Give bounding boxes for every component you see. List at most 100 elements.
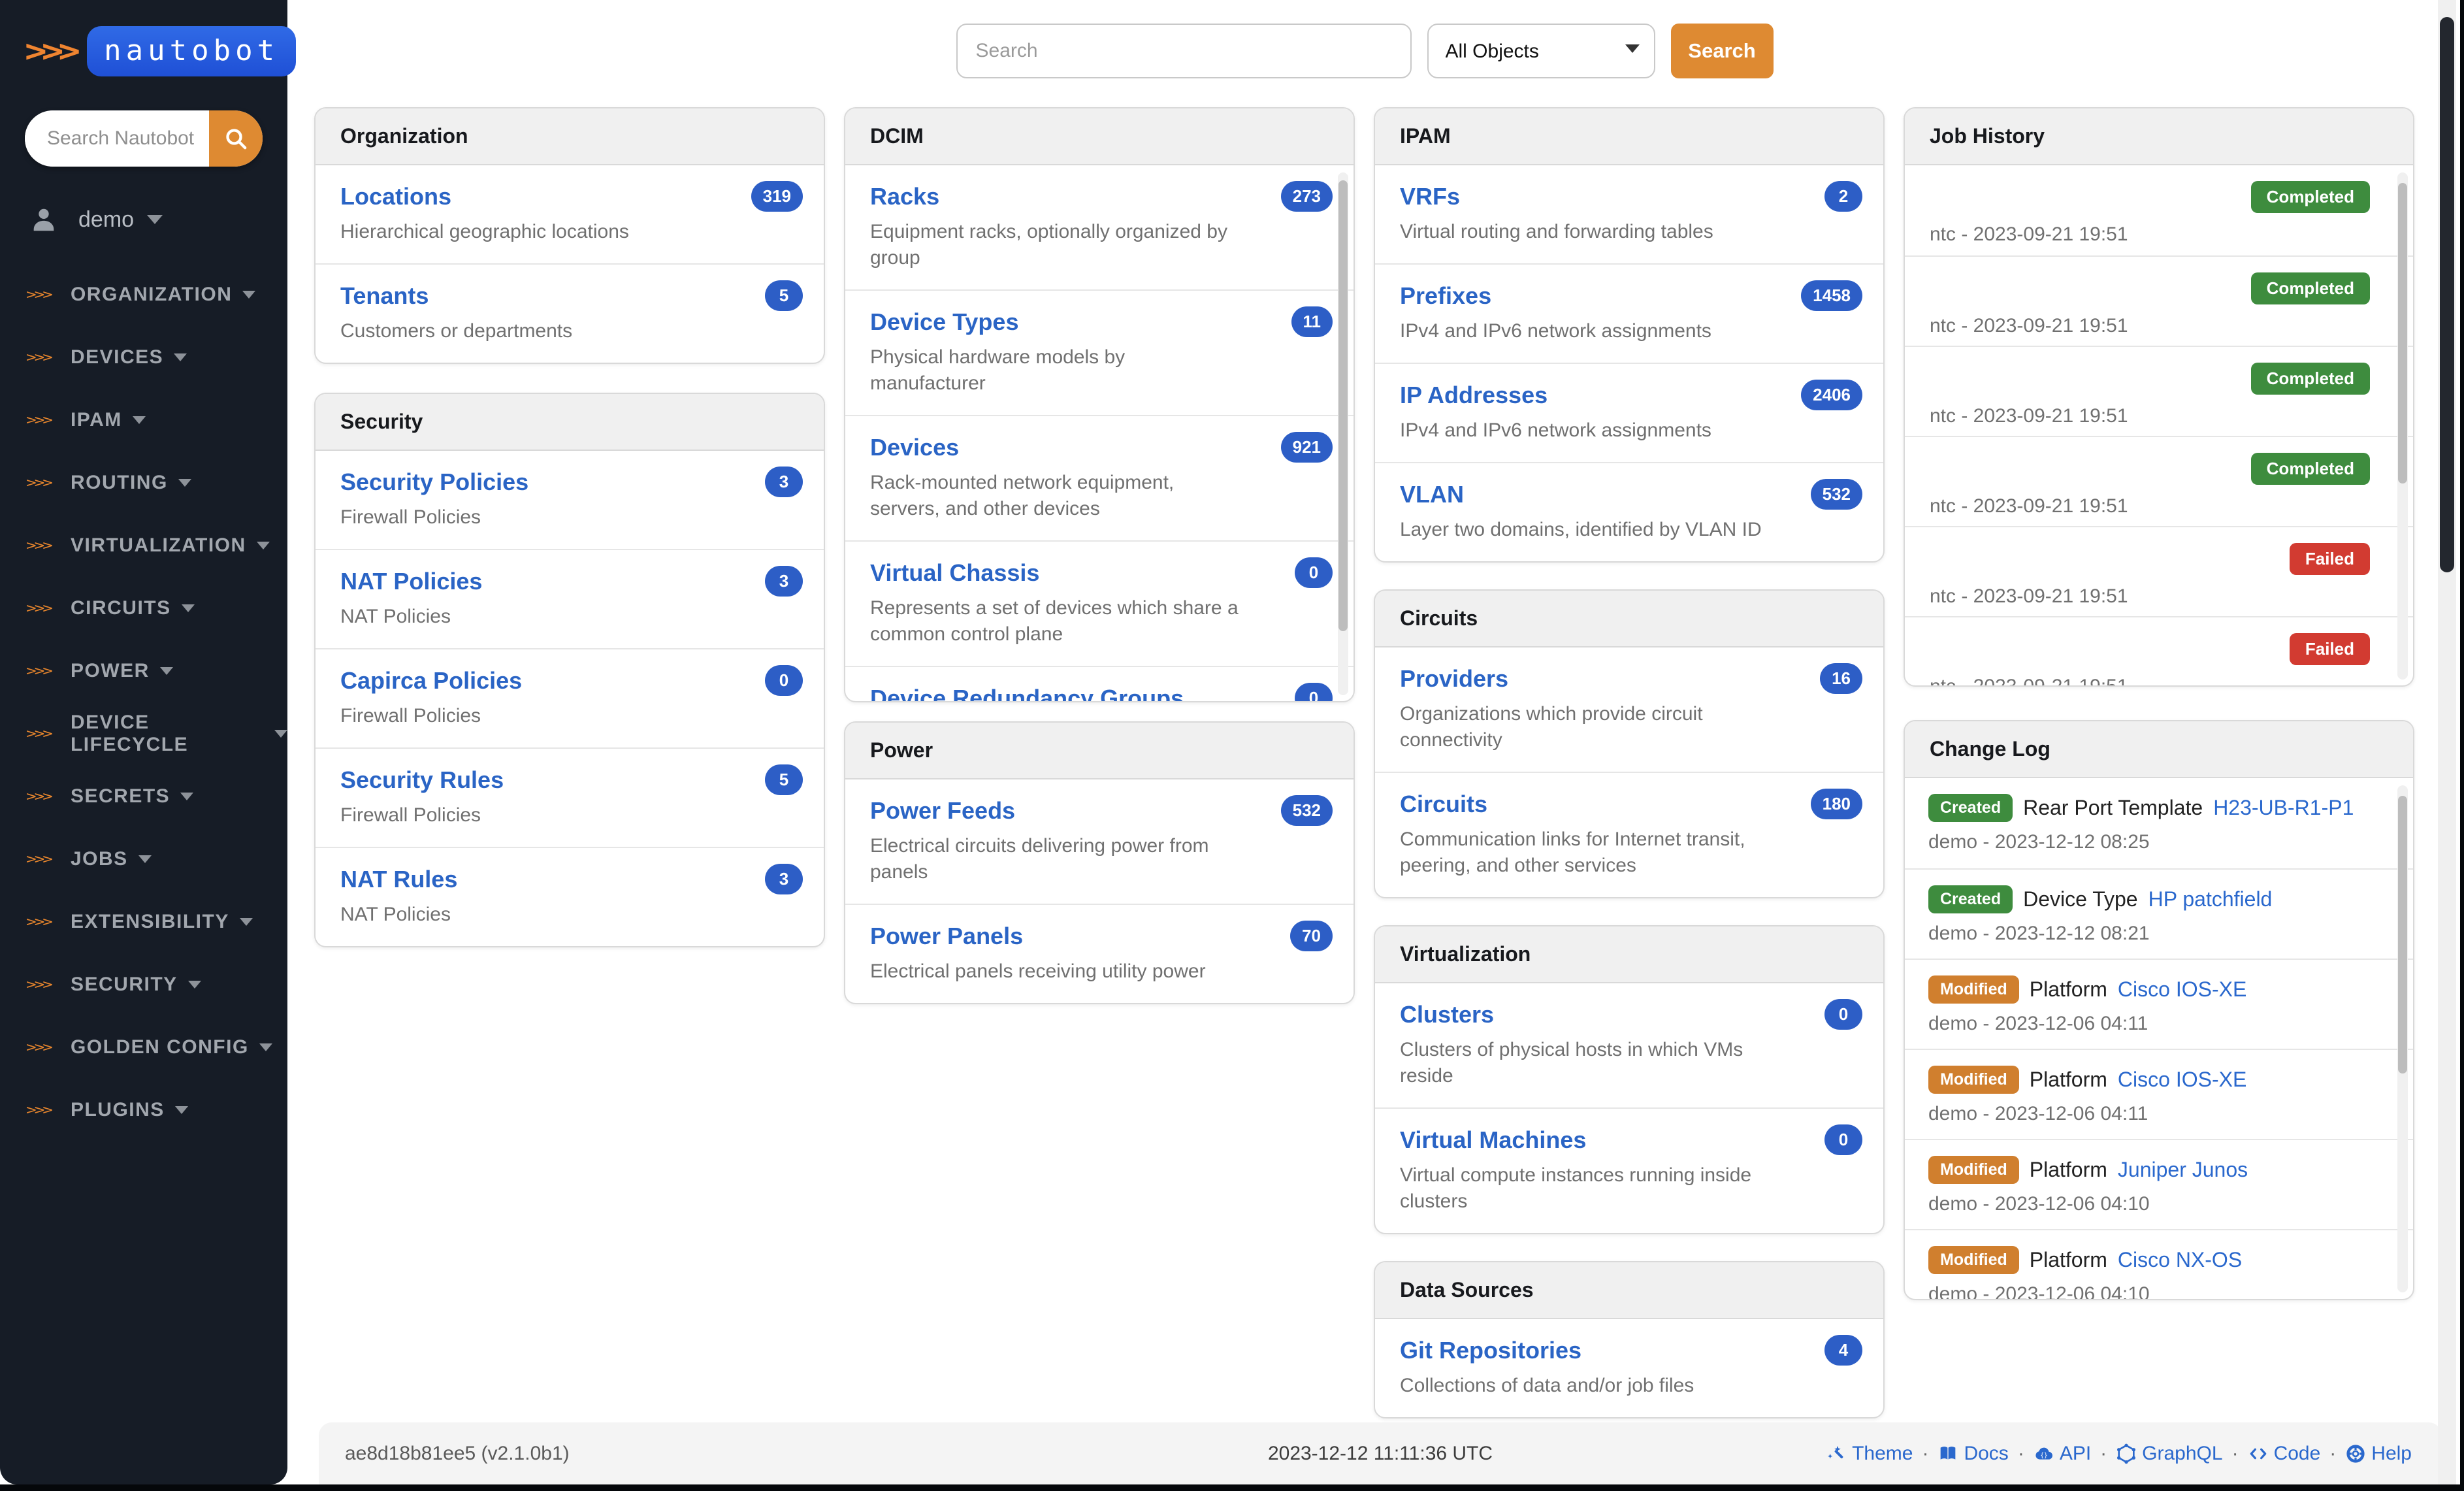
- count-badge[interactable]: 3: [765, 864, 803, 894]
- panel-scrollbar[interactable]: [1338, 172, 1348, 695]
- sidebar-item-golden-config[interactable]: >>>GOLDEN CONFIG: [0, 1016, 287, 1079]
- item-link[interactable]: NAT Rules: [340, 865, 457, 894]
- count-badge[interactable]: 180: [1811, 789, 1862, 819]
- sidebar-item-security[interactable]: >>>SECURITY: [0, 953, 287, 1016]
- item-link[interactable]: Security Policies: [340, 468, 528, 497]
- count-badge[interactable]: 5: [765, 280, 803, 311]
- footer-link-graphql[interactable]: GraphQL: [2116, 1443, 2222, 1465]
- object-link[interactable]: Juniper Junos: [2118, 1158, 2248, 1182]
- panel-scrollbar[interactable]: [2397, 172, 2408, 680]
- count-badge[interactable]: 5: [765, 764, 803, 795]
- count-badge[interactable]: 921: [1281, 432, 1333, 463]
- nautobot-logo[interactable]: >>> nautobot: [0, 0, 287, 76]
- sidebar-item-devices[interactable]: >>>DEVICES: [0, 326, 287, 389]
- item-link[interactable]: VRFs: [1400, 182, 1460, 211]
- search-input[interactable]: [956, 24, 1412, 78]
- table-row[interactable]: Completedntc - 2023-09-21 19:51: [1905, 436, 2413, 526]
- sidebar-item-power[interactable]: >>>POWER: [0, 640, 287, 702]
- object-filter-dropdown[interactable]: All Objects: [1427, 24, 1655, 78]
- object-link[interactable]: HP patchfield: [2148, 887, 2273, 911]
- count-badge[interactable]: 2: [1824, 181, 1862, 212]
- object-filter-select[interactable]: All Objects: [1427, 24, 1655, 78]
- item-link[interactable]: Capirca Policies: [340, 666, 522, 695]
- sidebar-item-routing[interactable]: >>>ROUTING: [0, 451, 287, 514]
- item-link[interactable]: VLAN: [1400, 480, 1464, 509]
- object-link[interactable]: Cisco NX-OS: [2118, 1248, 2242, 1272]
- footer-link-code[interactable]: Code: [2248, 1443, 2321, 1465]
- item-link[interactable]: Security Rules: [340, 766, 504, 795]
- count-badge[interactable]: 4: [1824, 1335, 1862, 1366]
- search-button[interactable]: Search: [1671, 24, 1774, 78]
- item-link[interactable]: Devices: [870, 433, 959, 462]
- list-item[interactable]: ModifiedPlatformCisco NX-OSdemo - 2023-1…: [1905, 1229, 2413, 1300]
- count-badge[interactable]: 532: [1811, 479, 1862, 510]
- sidebar-item-extensibility[interactable]: >>>EXTENSIBILITY: [0, 891, 287, 953]
- table-row[interactable]: Failedntc - 2023-09-21 19:51: [1905, 616, 2413, 687]
- count-badge[interactable]: 319: [751, 181, 803, 212]
- table-row[interactable]: Completedntc - 2023-09-21 19:51: [1905, 255, 2413, 346]
- sidebar-item-plugins[interactable]: >>>PLUGINS: [0, 1079, 287, 1141]
- list-item[interactable]: ModifiedPlatformJuniper Junosdemo - 2023…: [1905, 1139, 2413, 1229]
- table-row[interactable]: Failedntc - 2023-09-21 19:51: [1905, 526, 2413, 616]
- footer-link-theme[interactable]: Theme: [1826, 1443, 1913, 1465]
- list-item[interactable]: CreatedRear Port TemplateH23-UB-R1-P1dem…: [1905, 778, 2413, 868]
- count-badge[interactable]: 2406: [1801, 380, 1862, 410]
- count-badge[interactable]: 11: [1291, 306, 1333, 337]
- item-link[interactable]: IP Addresses: [1400, 381, 1548, 410]
- count-badge[interactable]: 3: [765, 566, 803, 597]
- sidebar-search-button[interactable]: [209, 110, 263, 167]
- item-link[interactable]: Prefixes: [1400, 282, 1491, 310]
- sidebar-item-organization[interactable]: >>>ORGANIZATION: [0, 263, 287, 326]
- item-link[interactable]: Virtual Chassis: [870, 559, 1039, 587]
- object-link[interactable]: H23-UB-R1-P1: [2213, 796, 2354, 820]
- panel-scrollbar[interactable]: [2397, 785, 2408, 1292]
- footer-link-help[interactable]: Help: [2345, 1443, 2412, 1465]
- table-row[interactable]: Completedntc - 2023-09-21 19:51: [1905, 346, 2413, 436]
- count-badge[interactable]: 0: [1824, 999, 1862, 1030]
- item-link[interactable]: Device Redundancy Groups: [870, 684, 1184, 702]
- item-link[interactable]: Racks: [870, 182, 939, 211]
- item-link[interactable]: Circuits: [1400, 790, 1487, 819]
- item-link[interactable]: Locations: [340, 182, 451, 211]
- item-link[interactable]: NAT Policies: [340, 567, 482, 596]
- object-link[interactable]: Cisco IOS-XE: [2118, 977, 2246, 1002]
- item-link[interactable]: Virtual Machines: [1400, 1126, 1586, 1155]
- count-badge[interactable]: 3: [765, 467, 803, 497]
- count-badge[interactable]: 0: [765, 665, 803, 696]
- sidebar-item-ipam[interactable]: >>>IPAM: [0, 389, 287, 451]
- sidebar-search-input[interactable]: [25, 110, 209, 167]
- page-scrollbar[interactable]: [2438, 0, 2456, 1484]
- item-link[interactable]: Device Types: [870, 308, 1018, 336]
- table-row[interactable]: Completedntc - 2023-09-21 19:51: [1905, 165, 2413, 255]
- scrollbar-thumb[interactable]: [2398, 796, 2407, 1073]
- sidebar-item-circuits[interactable]: >>>CIRCUITS: [0, 577, 287, 640]
- count-badge[interactable]: 1458: [1801, 280, 1862, 311]
- sidebar-item-secrets[interactable]: >>>SECRETS: [0, 765, 287, 828]
- footer-link-docs[interactable]: Docs: [1937, 1443, 2008, 1465]
- footer-link-api[interactable]: {}API: [2034, 1443, 2091, 1465]
- item-link[interactable]: Git Repositories: [1400, 1336, 1581, 1365]
- item-link[interactable]: Clusters: [1400, 1000, 1494, 1029]
- page-scrollbar-thumb[interactable]: [2440, 17, 2454, 572]
- sidebar-item-jobs[interactable]: >>>JOBS: [0, 828, 287, 891]
- count-badge[interactable]: 70: [1290, 921, 1333, 951]
- sidebar-item-device-lifecycle[interactable]: >>>DEVICE LIFECYCLE: [0, 702, 287, 765]
- count-badge[interactable]: 0: [1824, 1124, 1862, 1155]
- count-badge[interactable]: 16: [1820, 663, 1862, 694]
- item-link[interactable]: Providers: [1400, 664, 1508, 693]
- sidebar-item-virtualization[interactable]: >>>VIRTUALIZATION: [0, 514, 287, 577]
- list-item[interactable]: ModifiedPlatformCisco IOS-XEdemo - 2023-…: [1905, 958, 2413, 1049]
- list-item[interactable]: ModifiedPlatformCisco IOS-XEdemo - 2023-…: [1905, 1049, 2413, 1139]
- user-menu[interactable]: demo: [29, 205, 287, 235]
- count-badge[interactable]: 273: [1281, 181, 1333, 212]
- count-badge[interactable]: 532: [1281, 795, 1333, 826]
- item-link[interactable]: Tenants: [340, 282, 429, 310]
- count-badge[interactable]: 0: [1295, 557, 1333, 588]
- count-badge[interactable]: 0: [1295, 683, 1333, 702]
- item-link[interactable]: Power Feeds: [870, 796, 1015, 825]
- list-item[interactable]: CreatedDevice TypeHP patchfielddemo - 20…: [1905, 868, 2413, 958]
- scrollbar-thumb[interactable]: [2398, 183, 2407, 483]
- item-link[interactable]: Power Panels: [870, 922, 1023, 951]
- object-link[interactable]: Cisco IOS-XE: [2118, 1068, 2246, 1092]
- scrollbar-thumb[interactable]: [1338, 180, 1348, 631]
